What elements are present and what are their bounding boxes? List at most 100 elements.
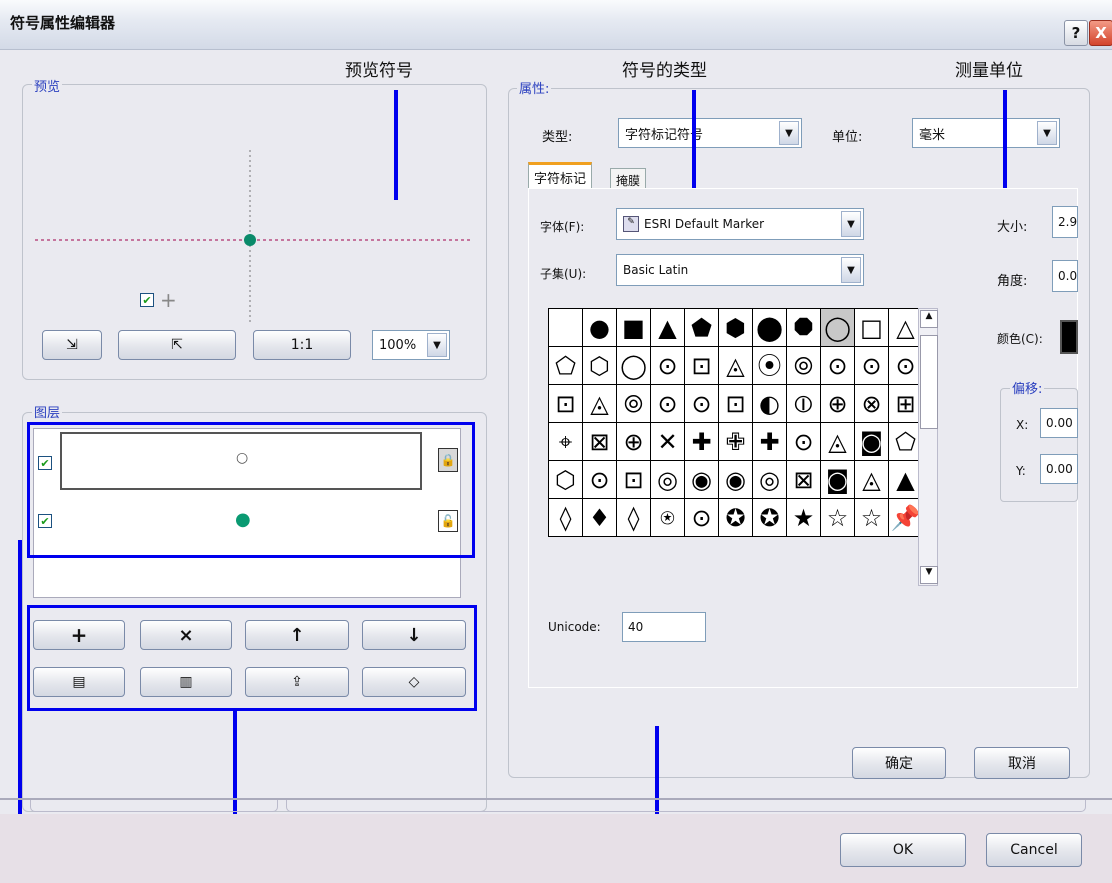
glyph-grid[interactable]: ● ■ ▲ ⬟ ⬢ ⬤ ⯃ ◯ □ △ ⬠ ⬡ ◯ ⊙ ⊡ ◬ ⦿ ⦾ ⊙ ⊙ ⊙ ⊡ ◬ ⦾ ⊙ ⊙ ⊡ ◐ ⦶ ⊕ ⊗ ⊞ ⌖ ⊠ ⊕ ✕ ✚ ✙ ✚ ⊙… [548, 308, 923, 537]
chevron-down-icon[interactable]: ▼ [841, 211, 861, 237]
glyph-cell[interactable]: ⊙ [651, 347, 684, 384]
color-swatch[interactable] [1060, 320, 1078, 354]
glyph-cell[interactable]: ◙ [855, 423, 888, 460]
move-down-button[interactable]: ↓ [362, 620, 466, 650]
scroll-up-icon[interactable]: ▲ [920, 310, 938, 328]
glyph-cell[interactable]: ✙ [719, 423, 752, 460]
glyph-cell[interactable]: ⍟ [651, 499, 684, 536]
tab-character-marker[interactable]: 字符标记 [528, 162, 593, 190]
glyph-cell[interactable]: ⦾ [617, 385, 650, 422]
glyph-cell[interactable]: ▲ [651, 309, 684, 346]
glyph-cell[interactable]: ◎ [651, 461, 684, 498]
glyph-cell[interactable]: ⊙ [685, 385, 718, 422]
glyph-cell[interactable]: ⊙ [821, 347, 854, 384]
glyph-cell[interactable]: ⊙ [787, 423, 820, 460]
subset-select[interactable]: Basic Latin ▼ [616, 254, 864, 286]
scroll-thumb[interactable] [920, 335, 938, 429]
glyph-cell[interactable]: ⊠ [787, 461, 820, 498]
glyph-cell[interactable]: ⬟ [685, 309, 718, 346]
zoom-in-button[interactable]: ⇱ [118, 330, 236, 360]
glyph-cell[interactable]: ⬡ [583, 347, 616, 384]
move-up-button[interactable]: ↑ [245, 620, 349, 650]
unicode-input[interactable]: 40 [622, 612, 706, 642]
paste-layer-button[interactable]: ▥ [140, 667, 232, 697]
cancel-cn-button[interactable]: 取消 [974, 747, 1070, 779]
offset-x-input[interactable]: 0.00 [1040, 408, 1078, 438]
ok-cn-button[interactable]: 确定 [852, 747, 946, 779]
glyph-cell[interactable]: ⬢ [719, 309, 752, 346]
glyph-cell[interactable]: ◯ [821, 309, 854, 346]
glyph-cell[interactable]: ⊡ [617, 461, 650, 498]
glyph-cell[interactable]: ⊠ [583, 423, 616, 460]
glyph-cell[interactable]: ⦿ [753, 347, 786, 384]
angle-input[interactable]: 0.0 [1052, 260, 1078, 292]
scroll-down-icon[interactable]: ▼ [920, 566, 938, 584]
glyph-cell[interactable]: ✪ [753, 499, 786, 536]
ok-button[interactable]: OK [840, 833, 966, 867]
glyph-cell[interactable]: ⯃ [787, 309, 820, 346]
remove-layer-button[interactable]: × [140, 620, 232, 650]
font-select[interactable]: ✎ ESRI Default Marker ▼ [616, 208, 864, 240]
glyph-cell[interactable]: ● [583, 309, 616, 346]
glyph-cell[interactable]: ♦ [583, 499, 616, 536]
symbol-type-select[interactable]: 字符标记符号 ▼ [618, 118, 802, 148]
glyph-cell[interactable]: ◎ [753, 461, 786, 498]
glyph-cell[interactable]: ⦶ [787, 385, 820, 422]
zoom-out-button[interactable]: ⇲ [42, 330, 102, 360]
zoom-select[interactable]: 100% ▼ [372, 330, 450, 360]
offset-y-input[interactable]: 0.00 [1040, 454, 1078, 484]
preview-crosshair-checkbox[interactable]: ✔ [140, 293, 154, 307]
tag-layer-button[interactable]: ◇ [362, 667, 466, 697]
glyph-cell[interactable]: ◬ [583, 385, 616, 422]
glyph-cell[interactable]: ■ [617, 309, 650, 346]
glyph-cell[interactable]: ⊕ [821, 385, 854, 422]
glyph-cell[interactable]: ☆ [821, 499, 854, 536]
glyph-cell[interactable] [549, 309, 582, 346]
glyph-cell[interactable]: ⊡ [549, 385, 582, 422]
cancel-button[interactable]: Cancel [986, 833, 1082, 867]
copy-layer-button[interactable]: ▤ [33, 667, 125, 697]
glyph-cell[interactable]: ⬤ [753, 309, 786, 346]
chevron-down-icon[interactable]: ▼ [1037, 121, 1057, 145]
glyph-cell[interactable]: ⦾ [787, 347, 820, 384]
close-button[interactable]: X [1089, 20, 1112, 46]
glyph-cell[interactable]: ◬ [719, 347, 752, 384]
glyph-cell[interactable]: ⊙ [651, 385, 684, 422]
glyph-cell[interactable]: ◉ [685, 461, 718, 498]
glyph-cell[interactable]: ⊕ [617, 423, 650, 460]
glyph-cell[interactable]: ✕ [651, 423, 684, 460]
glyph-cell[interactable]: ⊡ [685, 347, 718, 384]
glyph-cell[interactable]: ◊ [549, 499, 582, 536]
glyph-cell[interactable]: ✪ [719, 499, 752, 536]
glyph-cell[interactable]: ✚ [753, 423, 786, 460]
actual-size-button[interactable]: 1:1 [253, 330, 351, 360]
glyph-cell[interactable]: ✚ [685, 423, 718, 460]
glyph-cell[interactable]: ⊙ [685, 499, 718, 536]
add-layer-button[interactable]: + [33, 620, 125, 650]
chevron-down-icon[interactable]: ▼ [779, 121, 799, 145]
glyph-cell[interactable]: ◬ [855, 461, 888, 498]
glyph-cell[interactable]: ◬ [821, 423, 854, 460]
glyph-cell[interactable]: ◉ [719, 461, 752, 498]
glyph-cell[interactable]: ⌖ [549, 423, 582, 460]
glyph-scrollbar[interactable]: ▲ ▼ [918, 308, 938, 586]
reset-layer-button[interactable]: ⇪ [245, 667, 349, 697]
glyph-cell[interactable]: ⊡ [719, 385, 752, 422]
glyph-cell[interactable]: ⊗ [855, 385, 888, 422]
glyph-cell[interactable]: □ [855, 309, 888, 346]
help-button[interactable]: ? [1064, 20, 1088, 46]
glyph-cell[interactable]: ⬡ [549, 461, 582, 498]
glyph-cell[interactable]: ◊ [617, 499, 650, 536]
glyph-cell[interactable]: ☆ [855, 499, 888, 536]
unit-select[interactable]: 毫米 ▼ [912, 118, 1060, 148]
glyph-cell[interactable]: ★ [787, 499, 820, 536]
glyph-cell[interactable]: ⬠ [549, 347, 582, 384]
chevron-down-icon[interactable]: ▼ [841, 257, 861, 283]
glyph-cell[interactable]: ⊙ [583, 461, 616, 498]
glyph-cell[interactable]: ◙ [821, 461, 854, 498]
glyph-cell[interactable]: ⊙ [855, 347, 888, 384]
chevron-down-icon[interactable]: ▼ [427, 333, 447, 357]
glyph-cell[interactable]: ◐ [753, 385, 786, 422]
glyph-cell[interactable]: ◯ [617, 347, 650, 384]
size-input[interactable]: 2.9 [1052, 206, 1078, 238]
